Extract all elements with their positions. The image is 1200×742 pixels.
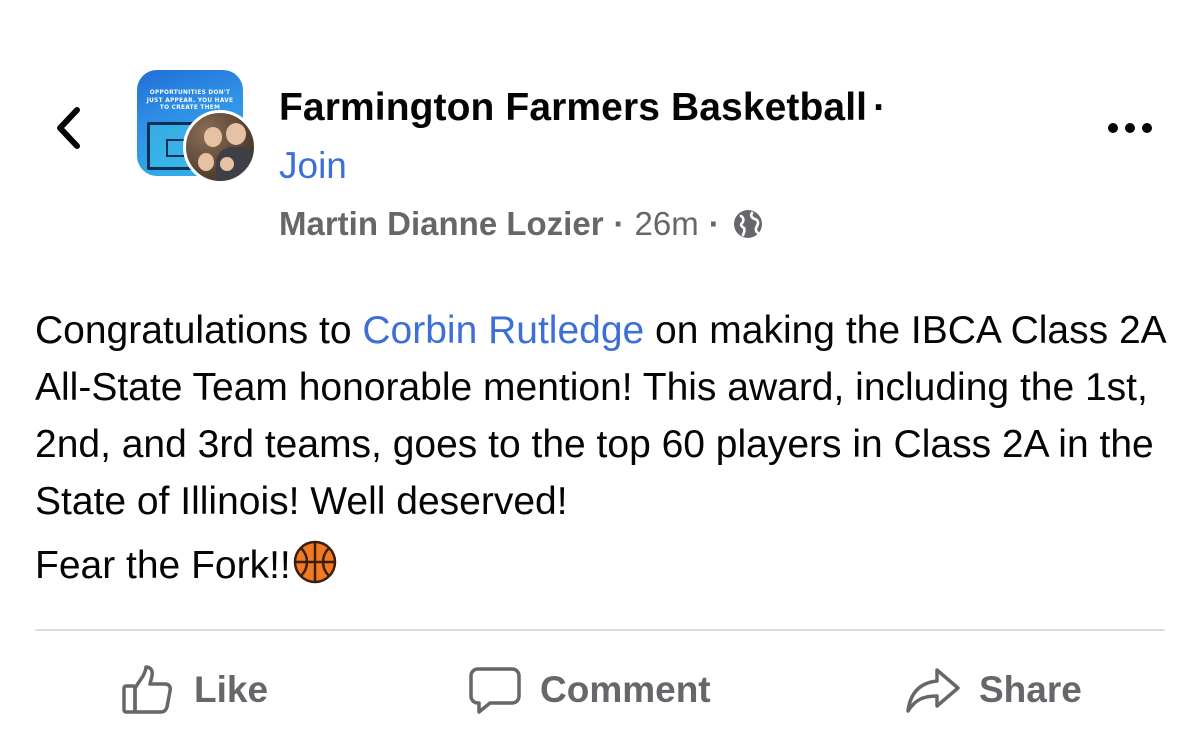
author-avatar[interactable]	[183, 110, 257, 184]
chevron-left-icon	[57, 107, 80, 149]
actions-divider	[35, 629, 1165, 631]
comment-label: Comment	[540, 669, 711, 710]
like-label: Like	[194, 669, 269, 710]
post-meta: Martin Dianne Lozier · 26m ·	[279, 205, 764, 243]
thumbs-up-icon	[122, 665, 172, 714]
share-label: Share	[979, 669, 1082, 710]
comment-icon	[469, 667, 521, 714]
title-separator: ·	[873, 86, 887, 129]
post-tagline: Fear the Fork!!	[35, 544, 291, 587]
post-text-start: Congratulations to	[35, 309, 363, 352]
more-horizontal-icon	[1108, 123, 1152, 133]
post-body: Congratulations to Corbin Rutledge on ma…	[35, 302, 1175, 600]
comment-button[interactable]: Comment	[468, 660, 711, 720]
post-avatars[interactable]: OPPORTUNITIES DON'T JUST APPEAR. YOU HAV…	[137, 70, 261, 190]
meta-separator: ·	[708, 205, 720, 242]
mention-link[interactable]: Corbin Rutledge	[362, 309, 644, 352]
join-group-link[interactable]: Join	[279, 145, 347, 187]
post-text-second: Fear the Fork!!	[35, 537, 1175, 600]
back-button[interactable]	[46, 100, 90, 156]
share-arrow-icon	[906, 668, 960, 713]
group-name[interactable]: Farmington Farmers Basketball ·	[279, 86, 886, 130]
basketball-emoji-icon	[293, 540, 337, 600]
globe-icon	[732, 208, 764, 240]
share-button[interactable]: Share	[905, 660, 1082, 720]
like-button[interactable]: Like	[120, 660, 268, 720]
post-text: Congratulations to Corbin Rutledge on ma…	[35, 302, 1175, 530]
meta-separator: ·	[613, 205, 625, 242]
post-timestamp[interactable]: 26m	[635, 205, 699, 243]
group-name-text[interactable]: Farmington Farmers Basketball	[279, 86, 867, 129]
author-name[interactable]: Martin Dianne Lozier	[279, 205, 604, 243]
more-options-button[interactable]	[1104, 108, 1156, 148]
